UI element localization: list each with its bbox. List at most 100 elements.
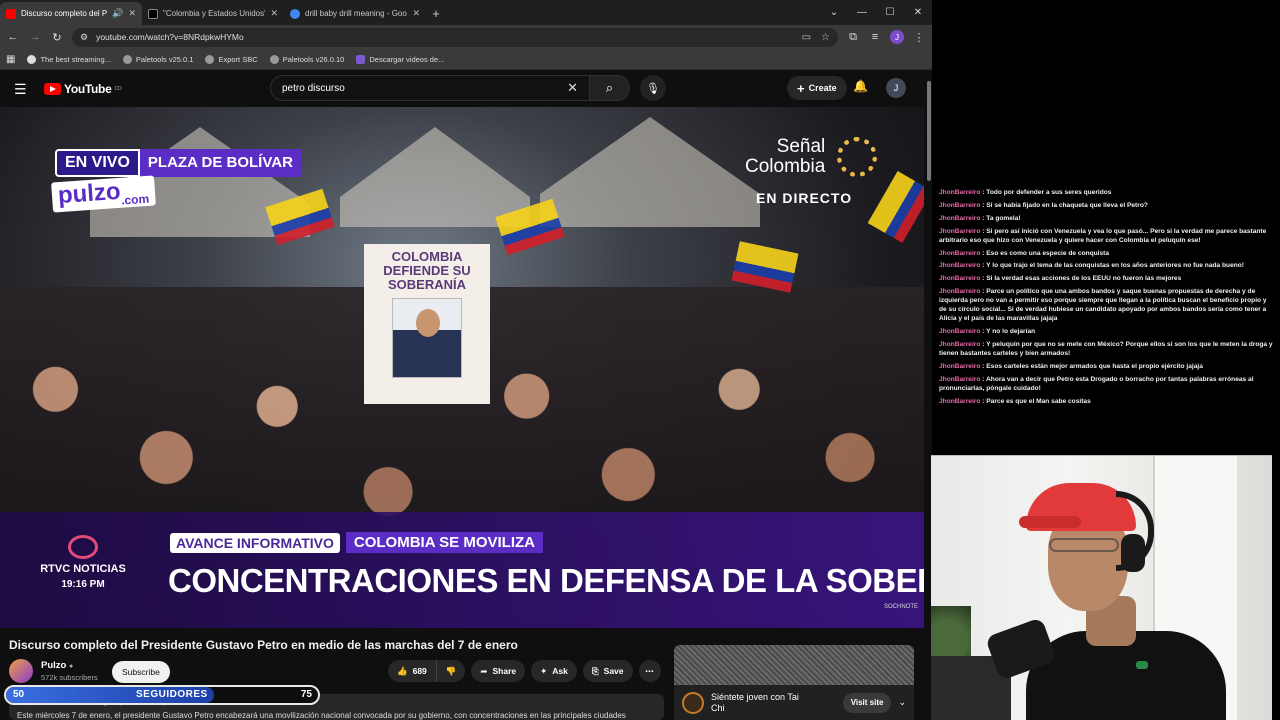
- video-headline: CONCENTRACIONES EN DEFENSA DE LA SOBERAN…: [168, 562, 924, 599]
- channel-name-text: Pulzo: [41, 660, 67, 671]
- browser-menu-icon[interactable]: ⋮: [912, 31, 926, 44]
- chat-username[interactable]: JhonBarreiro: [939, 202, 980, 209]
- youtube-logo-text: YouTube: [64, 82, 112, 96]
- chat-text: Parce un político que una ambos bandos y…: [939, 288, 1267, 323]
- bookmark-icon: [27, 54, 37, 64]
- bookmark-item[interactable]: The best streaming...: [27, 54, 111, 64]
- channel-avatar[interactable]: [9, 659, 33, 683]
- like-count: 689: [412, 666, 427, 676]
- minimize-icon[interactable]: —: [848, 0, 876, 25]
- bookmark-item[interactable]: Paletools v26.0.10: [269, 54, 344, 64]
- tab-close-icon[interactable]: ✕: [270, 8, 278, 19]
- search-value: petro discurso: [282, 82, 345, 94]
- chat-username[interactable]: JhonBarreiro: [939, 228, 980, 235]
- ad-thumbnail[interactable]: [674, 645, 914, 685]
- followers-label: SEGUIDORES: [136, 689, 208, 700]
- thumbs-up-icon: 👍: [397, 665, 408, 676]
- chat-text: Y no lo dejarían: [986, 328, 1036, 336]
- bookmark-label: Paletools v25.0.1: [135, 54, 194, 64]
- colombia-flag: [867, 171, 924, 243]
- chat-username[interactable]: JhonBarreiro: [939, 363, 980, 370]
- bookmark-star-icon[interactable]: ☆: [821, 32, 830, 43]
- chat-message: JhonBarreiro : Parce un político que una…: [936, 287, 1276, 323]
- chat-message: JhonBarreiro : Si la verdad esas accione…: [936, 274, 1276, 283]
- cap-brim: [1019, 516, 1081, 528]
- chat-message: JhonBarreiro : Todo por defender a sus s…: [936, 188, 1276, 197]
- chat-text: Si pero así inició con Venezuela y vea l…: [939, 227, 1267, 244]
- account-avatar[interactable]: J: [886, 78, 906, 98]
- sign-text: COLOMBIA DEFIENDE SU SOBERANÍA: [383, 249, 471, 292]
- search-input[interactable]: petro discurso ✕: [270, 75, 590, 101]
- search-button[interactable]: ⌕: [590, 75, 630, 101]
- subscribe-button[interactable]: Subscribe: [112, 661, 170, 683]
- menu-icon[interactable]: ☰: [14, 81, 28, 98]
- close-window-icon[interactable]: ✕: [904, 0, 932, 25]
- chat-username[interactable]: JhonBarreiro: [939, 328, 980, 335]
- bookmark-item[interactable]: Export SBC: [205, 54, 258, 64]
- tab-google[interactable]: drill baby drill meaning - Goog ✕: [284, 2, 426, 25]
- apps-grid-icon[interactable]: ▦: [6, 54, 15, 65]
- media-icon[interactable]: ≡: [868, 31, 882, 43]
- video-player[interactable]: EN VIVO PLAZA DE BOLÍVAR pulzo.com Señal…: [0, 107, 924, 628]
- chat-username[interactable]: JhonBarreiro: [939, 341, 980, 348]
- visit-site-button[interactable]: Visit site: [842, 692, 892, 713]
- chat-username[interactable]: JhonBarreiro: [939, 398, 980, 405]
- live-badge: EN VIVO PLAZA DE BOLÍVAR: [55, 149, 301, 177]
- chat-text: Si la verdad esas acciones de los EEUU n…: [986, 275, 1182, 283]
- chevron-down-icon[interactable]: ⌄: [898, 697, 906, 708]
- chat-message: JhonBarreiro : Y no lo dejarían: [936, 327, 1276, 336]
- ask-button[interactable]: ✦ Ask: [531, 660, 577, 682]
- chat-username[interactable]: JhonBarreiro: [939, 189, 980, 196]
- back-icon[interactable]: ←: [6, 31, 20, 43]
- create-button[interactable]: + Create: [787, 76, 847, 100]
- webcam-feed: [931, 455, 1272, 720]
- chat-username[interactable]: JhonBarreiro: [939, 288, 980, 295]
- tab-search-icon[interactable]: ⌄: [820, 0, 848, 25]
- profile-avatar[interactable]: J: [890, 30, 904, 44]
- chat-text: Y lo que trajo el tema de las conquistas…: [986, 262, 1244, 270]
- forward-icon[interactable]: →: [28, 31, 42, 43]
- site-info-icon[interactable]: ⚙: [80, 32, 88, 43]
- save-button[interactable]: ⎘ Save: [582, 660, 633, 682]
- bookmark-item[interactable]: Descargar videos de...: [356, 54, 444, 64]
- browser-window: Discurso completo del Pre 🔊 ✕ "Colombia …: [0, 0, 932, 720]
- tab-close-icon[interactable]: ✕: [412, 8, 420, 19]
- chat-username[interactable]: JhonBarreiro: [939, 376, 980, 383]
- tab-close-icon[interactable]: ✕: [128, 8, 136, 19]
- search-bar: petro discurso ✕ ⌕: [270, 75, 630, 101]
- notifications-bell-icon[interactable]: 🔔: [853, 79, 868, 93]
- thumbs-down-icon: 👎: [445, 665, 457, 676]
- tent: [540, 117, 760, 227]
- address-bar[interactable]: ⚙ youtube.com/watch?v=8NRdpkwHYMo ▭ ☆: [72, 27, 838, 47]
- chat-message: JhonBarreiro : Esos carteles están mejor…: [936, 362, 1276, 371]
- extensions-icon[interactable]: ⧉: [846, 31, 860, 44]
- chat-username[interactable]: JhonBarreiro: [939, 250, 980, 257]
- share-button[interactable]: ➦ Share: [471, 660, 526, 682]
- chat-username[interactable]: JhonBarreiro: [939, 275, 980, 282]
- chat-username[interactable]: JhonBarreiro: [939, 215, 980, 222]
- youtube-logo[interactable]: YouTube CO: [44, 82, 122, 96]
- tab-youtube[interactable]: Discurso completo del Pre 🔊 ✕: [0, 2, 142, 25]
- voice-search-button[interactable]: 🎙: [640, 75, 666, 101]
- ad-card[interactable]: Siéntete joven con Tai Chi Visit site ⌄: [674, 685, 914, 720]
- like-button[interactable]: 👍 689: [388, 660, 437, 682]
- ad-logo: [682, 691, 704, 714]
- pulzo-tld: .com: [120, 191, 150, 208]
- channel-name[interactable]: Pulzo ●: [41, 660, 73, 671]
- search-icon: ⌕: [605, 80, 614, 95]
- clear-search-icon[interactable]: ✕: [567, 80, 578, 96]
- scrollbar-thumb[interactable]: [927, 81, 931, 181]
- dislike-button[interactable]: 👎: [436, 660, 466, 682]
- cast-icon[interactable]: ▭: [802, 32, 811, 43]
- maximize-icon[interactable]: ☐: [876, 0, 904, 25]
- more-actions-icon[interactable]: ⋯: [638, 660, 661, 682]
- pulzo-text: pulzo: [57, 177, 122, 210]
- navigation-bar: ← → ↻ ⚙ youtube.com/watch?v=8NRdpkwHYMo …: [0, 25, 932, 49]
- senal-swirl-icon: [837, 137, 878, 177]
- bookmark-item[interactable]: Paletools v25.0.1: [122, 54, 194, 64]
- tab-x[interactable]: "Colombia y Estados Unidos" - ✕: [142, 2, 284, 25]
- reload-icon[interactable]: ↻: [50, 31, 64, 44]
- new-tab-icon[interactable]: +: [426, 2, 446, 25]
- chat-username[interactable]: JhonBarreiro: [939, 262, 980, 269]
- mute-icon[interactable]: 🔊: [112, 8, 123, 19]
